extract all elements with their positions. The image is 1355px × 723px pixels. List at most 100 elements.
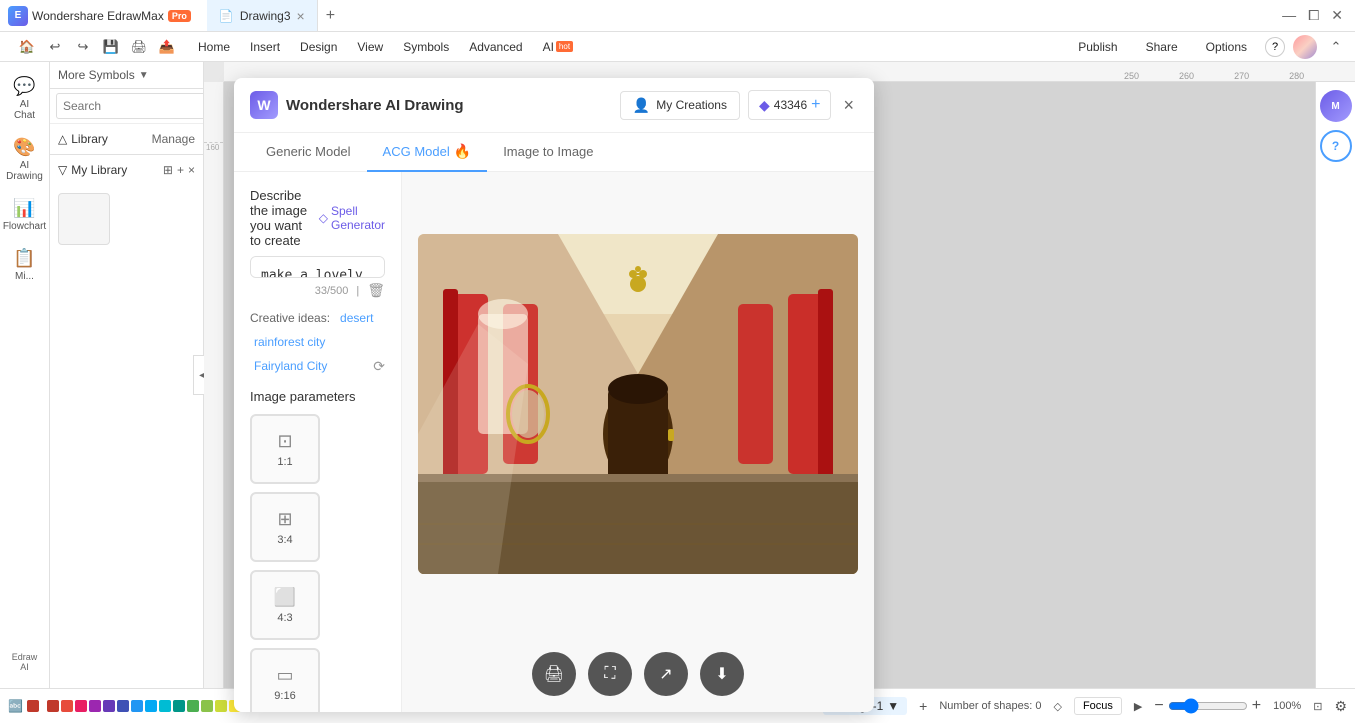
menu-design[interactable]: Design: [292, 36, 345, 58]
save-btn[interactable]: 💾: [100, 36, 122, 58]
expand-icon: ⛶: [604, 665, 615, 683]
ai-panel-logo: W: [250, 91, 278, 119]
page-chevron-down-icon2: ▼: [887, 699, 899, 713]
color-swatch-4[interactable]: [89, 700, 101, 712]
zoom-in-btn[interactable]: +: [1252, 697, 1261, 715]
close-window-btn[interactable]: ✕: [1331, 7, 1343, 24]
options-btn[interactable]: Options: [1196, 36, 1257, 58]
misc-icon: 📋: [13, 248, 35, 269]
color-swatch-1[interactable]: [47, 700, 59, 712]
points-display[interactable]: ◆ 43346 +: [748, 90, 832, 120]
add-lib-btn[interactable]: +: [177, 163, 184, 177]
prompt-textarea[interactable]: make a lovely hallway for a house: [250, 256, 385, 278]
menu-home[interactable]: Home: [190, 36, 238, 58]
shapes-count: Number of shapes: 0: [939, 700, 1041, 712]
add-points-btn[interactable]: +: [811, 96, 820, 114]
ratio-4-3[interactable]: ⬜ 4:3: [250, 570, 320, 640]
idea-fairyland[interactable]: Fairyland City: [250, 357, 331, 375]
color-swatch-7[interactable]: [131, 700, 143, 712]
menu-insert[interactable]: Insert: [242, 36, 288, 58]
user-avatar[interactable]: [1293, 35, 1317, 59]
color-swatch-8[interactable]: [145, 700, 157, 712]
misc-tool[interactable]: 📋 Mi...: [3, 242, 47, 288]
share-btn[interactable]: Share: [1136, 36, 1188, 58]
ai-drawing-tool[interactable]: 🎨 AIDrawing: [3, 131, 47, 188]
title-bar: E Wondershare EdrawMax Pro 📄 Drawing3 × …: [0, 0, 1355, 32]
home-toolbar-icon[interactable]: 🏠: [16, 36, 38, 58]
chevron-down-icon[interactable]: ▼: [139, 70, 149, 81]
edraw-ai-badge[interactable]: M: [1320, 90, 1352, 122]
library-title: △ Library: [58, 132, 108, 146]
menu-symbols[interactable]: Symbols: [395, 36, 457, 58]
sidebar-search-area: More Symbols ▼: [50, 62, 203, 89]
settings-btn[interactable]: ⚙: [1334, 698, 1347, 715]
tab-acg-model[interactable]: ACG Model 🔥: [367, 133, 488, 172]
ratio-3-4[interactable]: ⊞ 3:4: [250, 492, 320, 562]
ratio-9-16-icon: ▭: [276, 665, 293, 686]
color-swatch-5[interactable]: [103, 700, 115, 712]
new-folder-btn[interactable]: ⊞: [163, 163, 173, 177]
my-library-section: ▽ My Library ⊞ + ×: [50, 155, 203, 253]
generated-image-area: [402, 172, 874, 636]
more-symbols-label: More Symbols: [58, 68, 135, 82]
refresh-ideas-btn[interactable]: ⟳: [373, 358, 385, 375]
manage-library-btn[interactable]: Manage: [152, 132, 195, 146]
menu-view[interactable]: View: [349, 36, 391, 58]
help-circle-btn[interactable]: ?: [1320, 130, 1352, 162]
image-share-btn[interactable]: ↗: [644, 652, 688, 696]
flowchart-tool[interactable]: 📊 Flowchart: [3, 192, 47, 238]
tab-image-to-image[interactable]: Image to Image: [487, 133, 609, 172]
clear-prompt-btn[interactable]: 🗑: [367, 282, 385, 299]
add-page-btn[interactable]: +: [919, 698, 927, 714]
idea-desert[interactable]: desert: [336, 309, 377, 327]
search-input[interactable]: [56, 93, 203, 119]
help-btn[interactable]: ?: [1265, 37, 1285, 57]
color-swatch-2[interactable]: [61, 700, 73, 712]
color-swatch-11[interactable]: [187, 700, 199, 712]
new-tab-btn[interactable]: +: [318, 7, 343, 25]
color-swatch-3[interactable]: [75, 700, 87, 712]
export-btn[interactable]: 📤: [156, 36, 178, 58]
menu-advanced[interactable]: Advanced: [461, 36, 530, 58]
format-icon[interactable]: 🔤: [8, 699, 23, 713]
ai-panel-close-btn[interactable]: ×: [839, 95, 858, 116]
library-item-1[interactable]: [58, 193, 110, 245]
params-title: Image parameters: [250, 389, 385, 404]
minimize-btn[interactable]: —: [1282, 7, 1296, 24]
idea-rainforest[interactable]: rainforest city: [250, 333, 329, 351]
color-swatch-9[interactable]: [159, 700, 171, 712]
zoom-slider[interactable]: [1168, 698, 1248, 714]
publish-btn[interactable]: Publish: [1068, 36, 1127, 58]
spell-generator-btn[interactable]: ◇ Spell Generator: [319, 204, 385, 232]
tab-generic-model[interactable]: Generic Model: [250, 133, 367, 172]
ratio-9-16[interactable]: ▭ 9:16: [250, 648, 320, 712]
download-icon: ⬇: [715, 664, 728, 684]
image-download-btn[interactable]: ⬇: [700, 652, 744, 696]
active-color[interactable]: [27, 700, 39, 712]
my-creations-btn[interactable]: 👤 My Creations: [620, 91, 740, 120]
color-swatch-6[interactable]: [117, 700, 129, 712]
print-btn[interactable]: 🖨: [128, 36, 150, 58]
color-swatch-10[interactable]: [173, 700, 185, 712]
image-expand-btn[interactable]: ⛶: [588, 652, 632, 696]
points-gem-icon: ◆: [759, 97, 770, 114]
shape-tools-icon[interactable]: ◇: [1053, 700, 1061, 713]
color-swatch-13[interactable]: [215, 700, 227, 712]
zoom-out-btn[interactable]: −: [1154, 697, 1163, 715]
tab-close-btn[interactable]: ×: [297, 8, 305, 24]
redo-btn[interactable]: ↪: [72, 36, 94, 58]
expand-menu-btn[interactable]: ⌃: [1325, 36, 1347, 58]
undo-btn[interactable]: ↩: [44, 36, 66, 58]
drawing-tab[interactable]: 📄 Drawing3 ×: [207, 0, 318, 31]
image-print-btn[interactable]: 🖨: [532, 652, 576, 696]
close-lib-btn[interactable]: ×: [188, 163, 195, 177]
play-btn[interactable]: ▶: [1134, 700, 1142, 713]
ratio-1-1[interactable]: ⊡ 1:1: [250, 414, 320, 484]
focus-btn[interactable]: Focus: [1074, 697, 1122, 715]
maximize-btn[interactable]: ⧠: [1308, 7, 1319, 24]
menu-ai[interactable]: AI hot: [535, 36, 581, 58]
toolbar-icons: 🏠 ↩ ↪ 💾 🖨 📤: [16, 36, 178, 58]
color-swatch-12[interactable]: [201, 700, 213, 712]
ai-chat-tool[interactable]: 💬 AIChat: [3, 70, 47, 127]
fit-page-btn[interactable]: ⊡: [1313, 700, 1322, 713]
